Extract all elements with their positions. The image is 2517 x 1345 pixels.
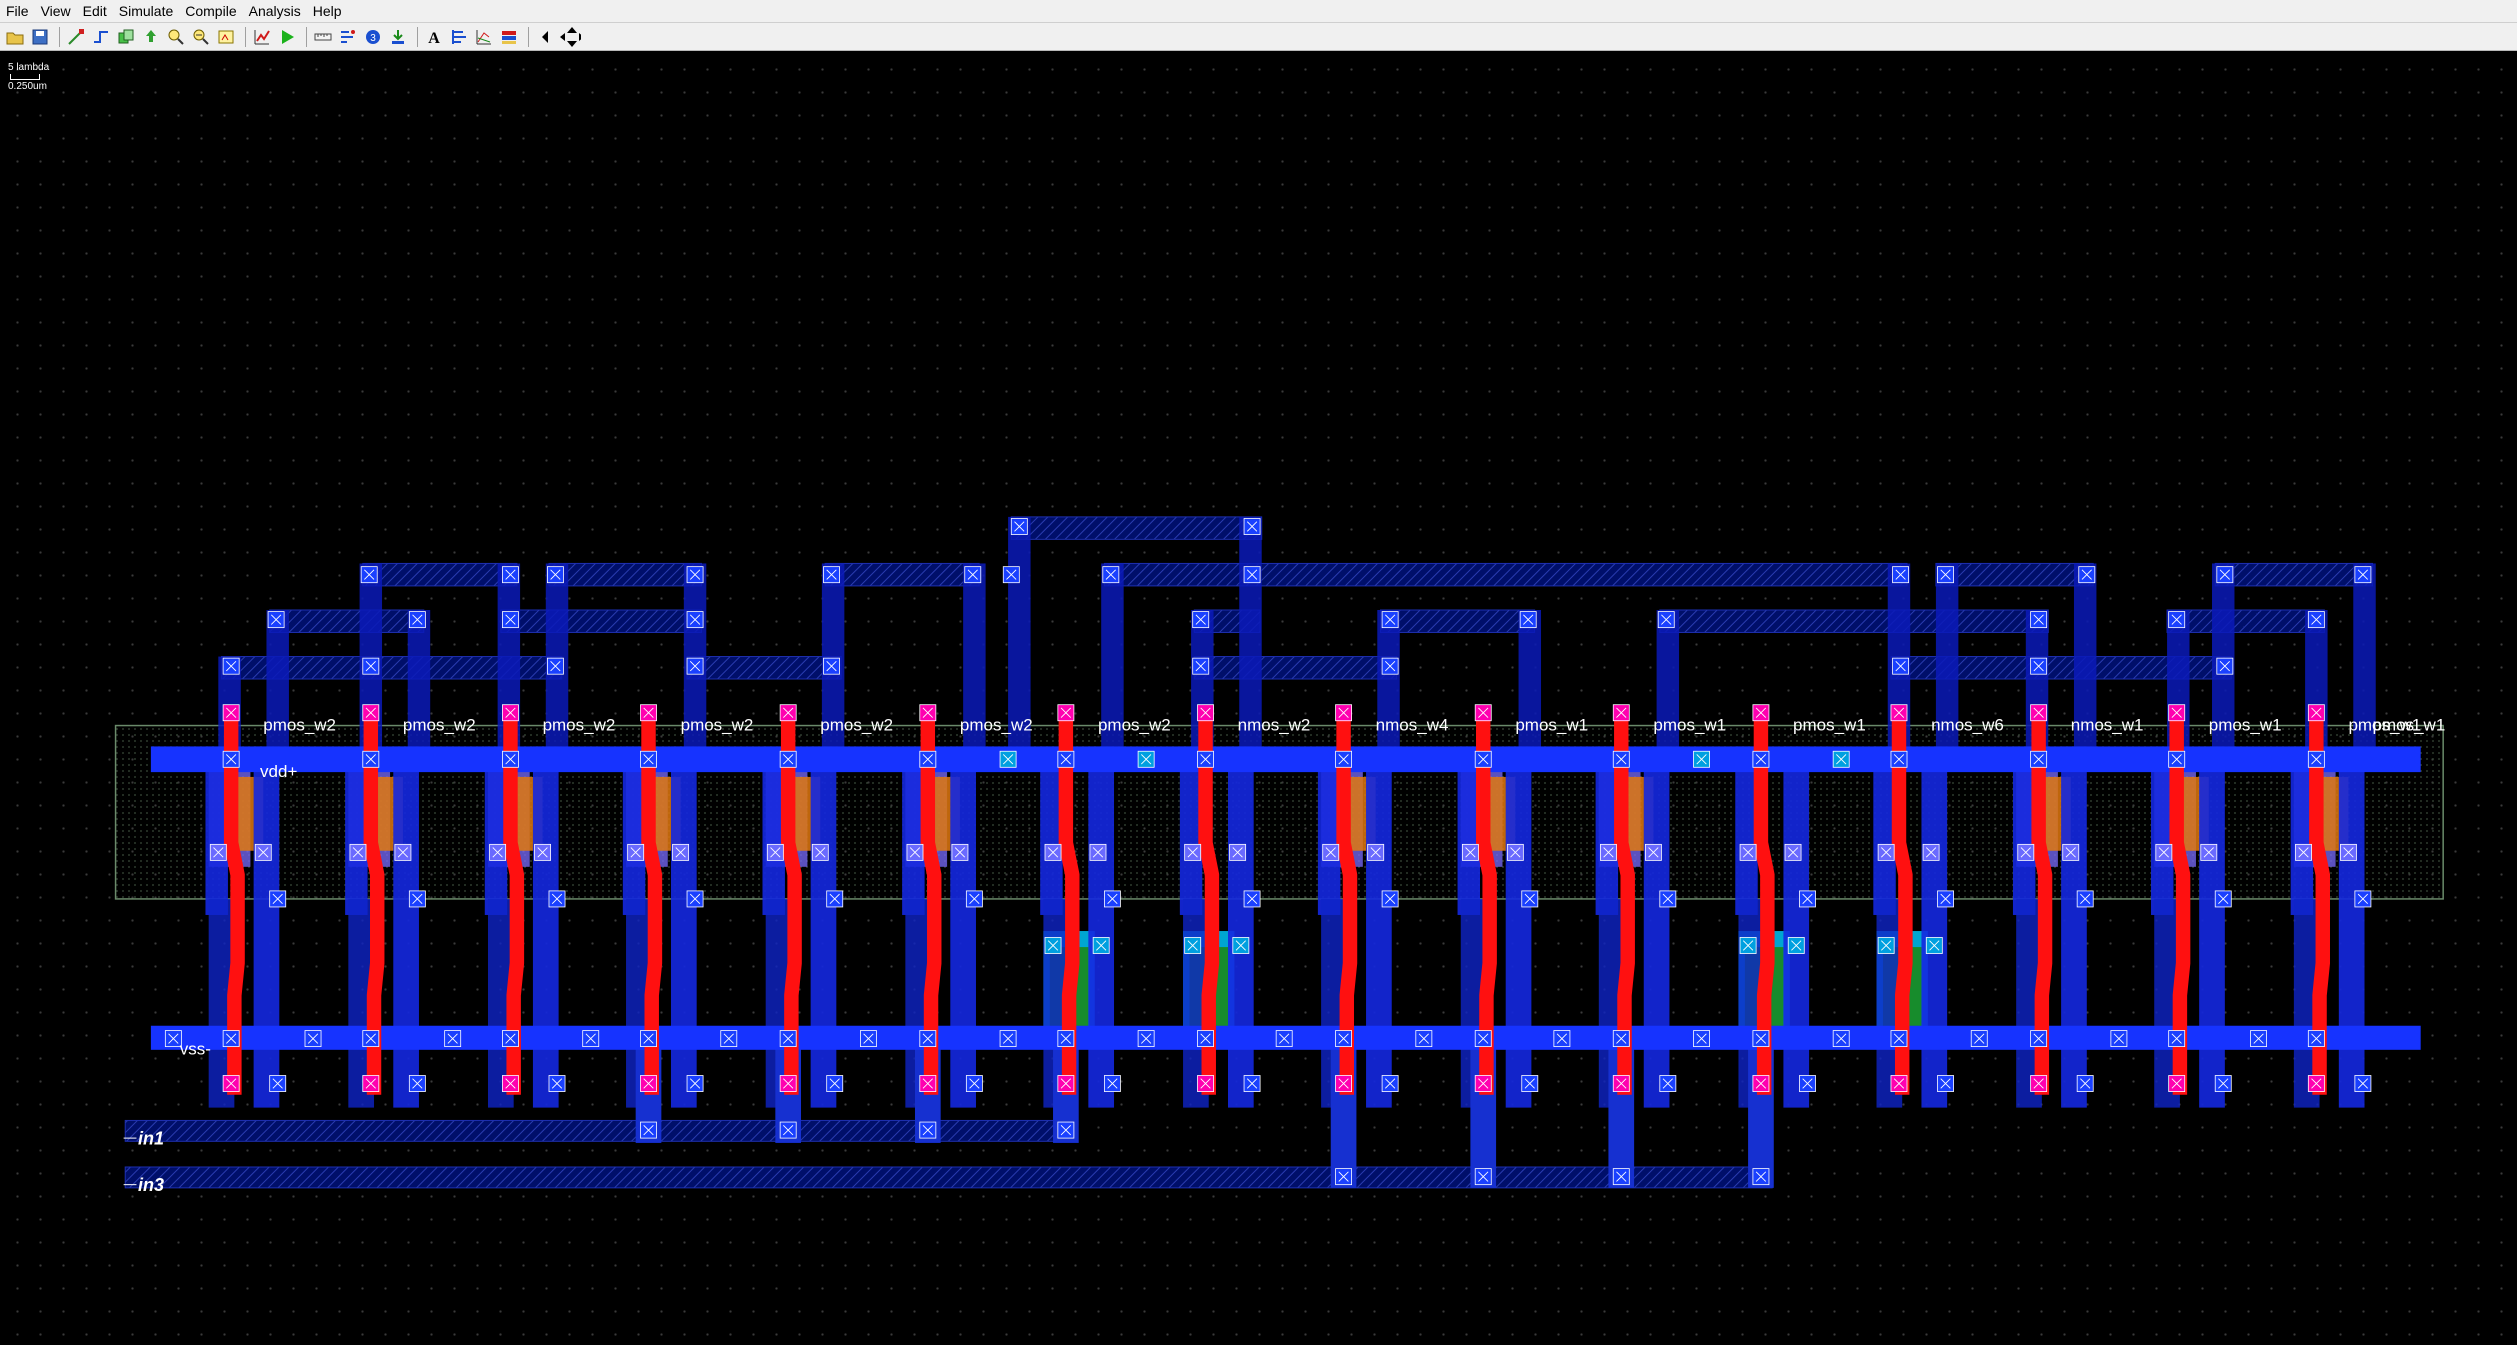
metal2-route [548, 562, 702, 587]
device-label: nmos_w1 [2071, 715, 2144, 734]
metal2-route [2166, 609, 2325, 633]
metal2-route [1103, 562, 1908, 587]
device-label: pmos_w1 [2209, 715, 2282, 734]
metal1-drop [253, 746, 280, 1108]
metal1-drop [2199, 746, 2225, 1108]
device-label: pmos_w1 [2373, 715, 2446, 734]
metal2-route [1659, 609, 2049, 633]
device-label: pmos_w1 [1653, 715, 1726, 734]
metal1-drop [670, 746, 697, 1108]
metal2-route [269, 609, 425, 633]
metal1-drop [1505, 746, 1532, 1108]
metal2-route [1379, 609, 1536, 633]
metal2-route [686, 656, 842, 680]
device-label: nmos_w4 [1376, 715, 1449, 734]
metal2-route [1935, 562, 2094, 587]
device-label: pmos_w2 [543, 715, 616, 734]
metal2-route [824, 562, 980, 587]
metal2-route [1010, 516, 1263, 540]
device-label: nmos_w6 [1931, 715, 2004, 734]
layout-drawing: pmos_w2 pmos_w2 pmos_w2 pmos_w2 pmos_w2 pmos_… [114, 516, 2446, 1195]
metal1-drop [950, 746, 976, 1108]
vdd-label: vdd+ [260, 762, 297, 781]
device-label: pmos_w1 [1515, 715, 1588, 734]
metal2-route [2214, 562, 2374, 587]
metal2-route [500, 609, 702, 633]
metal2-route [1193, 656, 1398, 680]
device-label: pmos_w2 [1098, 715, 1171, 734]
metal1-drop [1783, 746, 1810, 1108]
vss-label: vss- [180, 1040, 211, 1059]
metal1-drop [1921, 746, 1948, 1108]
metal1-drop [1643, 746, 1670, 1108]
device-label: pmos_w2 [820, 715, 893, 734]
device-label: pmos_w1 [1793, 715, 1866, 734]
device-label: pmos_w2 [681, 715, 754, 734]
metal2-route [362, 562, 518, 587]
metal1-drop [1228, 746, 1254, 1108]
vdd-rail [150, 746, 2421, 773]
metal1-drop [2061, 746, 2087, 1108]
metal1-drop [1088, 746, 1115, 1108]
device-label: nmos_w2 [1238, 715, 1311, 734]
device-label: pmos_w2 [263, 715, 336, 734]
device-label: pmos_w2 [403, 715, 476, 734]
device-label: pmos_w2 [960, 715, 1033, 734]
metal1-drop [532, 746, 559, 1108]
metal2-route [124, 1166, 1773, 1189]
in3-label: in3 [138, 1175, 164, 1195]
metal1-drop [393, 746, 419, 1108]
in1-label: in1 [138, 1129, 164, 1149]
metal1-drop [810, 746, 837, 1108]
metal1-drop [1366, 746, 1392, 1108]
metal1-drop [2338, 746, 2365, 1108]
